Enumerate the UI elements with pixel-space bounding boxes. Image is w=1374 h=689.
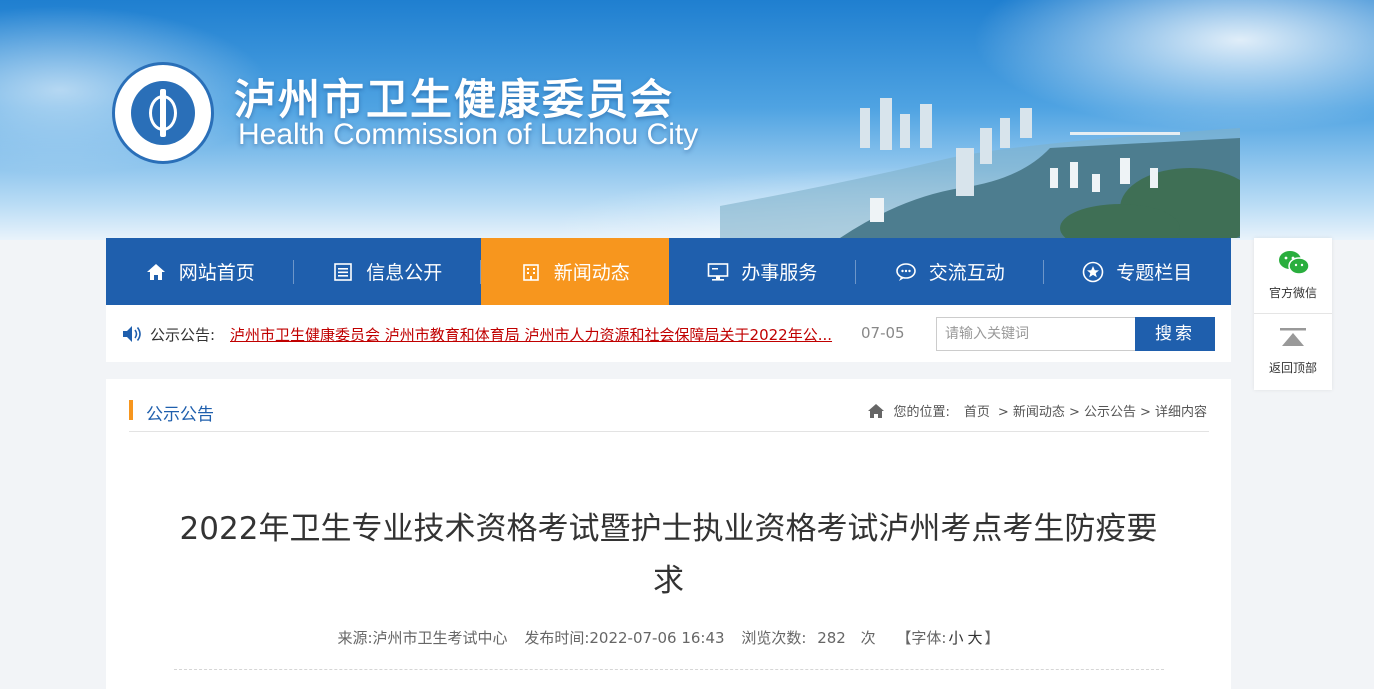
search-input[interactable]: 请输入关键词 <box>936 317 1136 351</box>
nav-item-info-disclosure[interactable]: 信息公开 <box>294 238 481 305</box>
article-views: 282 <box>817 629 846 647</box>
nav-item-label: 新闻动态 <box>553 262 630 284</box>
nav-item-interaction[interactable]: 交流互动 <box>856 238 1044 305</box>
home-icon <box>867 403 884 418</box>
breadcrumb-prefix: 您的位置: <box>893 405 950 420</box>
meta-divider <box>174 669 1164 670</box>
main-nav: 网站首页 信息公开 新闻动态 办事服务 交流互动 专题栏目 <box>106 238 1231 305</box>
font-size-control: 【字体: 小大】 <box>896 629 999 647</box>
notice-date: 07-05 <box>861 324 905 342</box>
city-skyline-image <box>720 98 1240 238</box>
nav-item-label: 网站首页 <box>178 262 255 284</box>
article-source: 来源:泸州市卫生考试中心 <box>337 629 508 647</box>
nav-item-topics[interactable]: 专题栏目 <box>1044 238 1232 305</box>
document-list-icon <box>332 261 354 283</box>
article-title: 2022年卫生专业技术资格考试暨护士执业资格考试泸州考点考生防疫要求 <box>179 511 1158 599</box>
nav-item-services[interactable]: 办事服务 <box>669 238 856 305</box>
home-icon <box>145 261 167 283</box>
section-title: 公示公告 <box>146 405 214 425</box>
article-publish-time: 发布时间:2022-07-06 16:43 <box>524 629 725 647</box>
article-meta: 来源:泸州市卫生考试中心 发布时间:2022-07-06 16:43 浏览次数:… <box>106 627 1231 648</box>
arrow-up-icon <box>1280 328 1306 346</box>
article-views-unit: 次 <box>860 629 876 647</box>
star-circle-icon <box>1082 261 1104 283</box>
wechat-label: 官方微信 <box>1268 286 1317 300</box>
breadcrumb: 您的位置: 首页 > 新闻动态 > 公示公告 > 详细内容 <box>867 401 1207 420</box>
commission-logo[interactable] <box>112 62 214 164</box>
header-banner: 泸州市卫生健康委员会 Health Commission of Luzhou C… <box>0 0 1374 240</box>
wechat-icon <box>1279 251 1310 275</box>
wechat-button[interactable]: 官方微信 <box>1254 238 1332 314</box>
notice-bar: 公示公告: 泸州市卫生健康委员会 泸州市教育和体育局 泸州市人力资源和社会保障局… <box>106 305 1231 362</box>
caduceus-icon <box>131 81 195 145</box>
speaker-icon <box>122 325 144 347</box>
building-icon <box>520 261 542 283</box>
breadcrumb-notices[interactable]: > 公示公告 <box>1069 401 1136 420</box>
back-to-top-label: 返回顶部 <box>1268 361 1317 375</box>
nav-item-label: 专题栏目 <box>1116 262 1193 284</box>
monitor-icon <box>707 261 729 283</box>
notice-link[interactable]: 泸州市卫生健康委员会 泸州市教育和体育局 泸州市人力资源和社会保障局关于2022… <box>230 324 862 345</box>
breadcrumb-detail: > 详细内容 <box>1139 405 1207 420</box>
section-divider <box>129 431 1209 432</box>
breadcrumb-news[interactable]: > 新闻动态 <box>998 401 1065 420</box>
article-panel: 公示公告 您的位置: 首页 > 新闻动态 > 公示公告 > 详细内容 2022年… <box>106 379 1231 689</box>
section-accent <box>129 400 133 420</box>
chat-bubble-icon <box>895 261 917 283</box>
font-large-button[interactable]: 大 <box>967 629 982 647</box>
nav-item-home[interactable]: 网站首页 <box>106 238 294 305</box>
search-button[interactable]: 搜索 <box>1135 317 1215 351</box>
site-title-en: Health Commission of Luzhou City <box>238 118 699 151</box>
nav-item-label: 办事服务 <box>741 262 818 284</box>
nav-item-news[interactable]: 新闻动态 <box>481 238 669 305</box>
side-float-bar: 官方微信 返回顶部 <box>1254 238 1332 390</box>
notice-label: 公示公告: <box>150 326 216 344</box>
nav-item-label: 信息公开 <box>366 262 443 284</box>
back-to-top-button[interactable]: 返回顶部 <box>1254 314 1332 390</box>
font-size-close: 】 <box>984 629 1000 647</box>
font-size-open: 【字体: <box>896 629 947 647</box>
nav-item-label: 交流互动 <box>928 262 1005 284</box>
font-small-button[interactable]: 小 <box>948 629 963 647</box>
article-views-label: 浏览次数: <box>741 629 807 647</box>
breadcrumb-home[interactable]: 首页 <box>964 401 990 420</box>
